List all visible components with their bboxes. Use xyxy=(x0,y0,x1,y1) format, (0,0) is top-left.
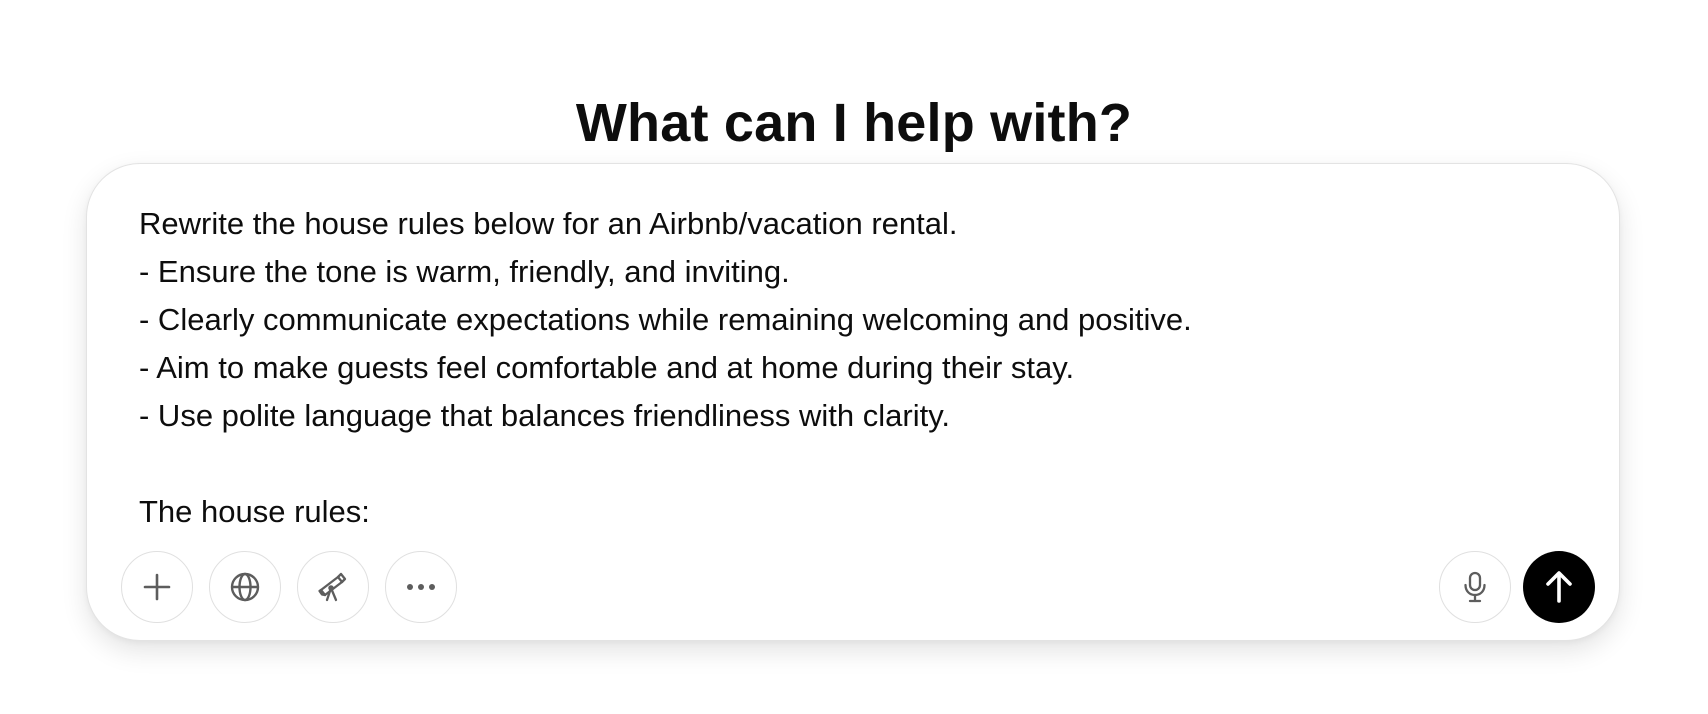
voice-input-button[interactable] xyxy=(1439,551,1511,623)
telescope-icon xyxy=(317,571,349,603)
more-options-button[interactable] xyxy=(385,551,457,623)
prompt-input[interactable]: Rewrite the house rules below for an Air… xyxy=(139,200,1559,536)
deep-research-button[interactable] xyxy=(297,551,369,623)
attach-button[interactable] xyxy=(121,551,193,623)
composer-toolbar-right xyxy=(1439,551,1595,623)
plus-icon xyxy=(142,572,172,602)
page-title: What can I help with? xyxy=(575,93,1133,154)
globe-icon xyxy=(229,571,261,603)
arrow-up-icon xyxy=(1543,570,1575,604)
web-search-button[interactable] xyxy=(209,551,281,623)
more-icon xyxy=(405,582,437,592)
send-button[interactable] xyxy=(1523,551,1595,623)
composer-toolbar-left xyxy=(121,551,457,623)
chat-composer: Rewrite the house rules below for an Air… xyxy=(86,163,1620,641)
microphone-icon xyxy=(1463,571,1487,603)
